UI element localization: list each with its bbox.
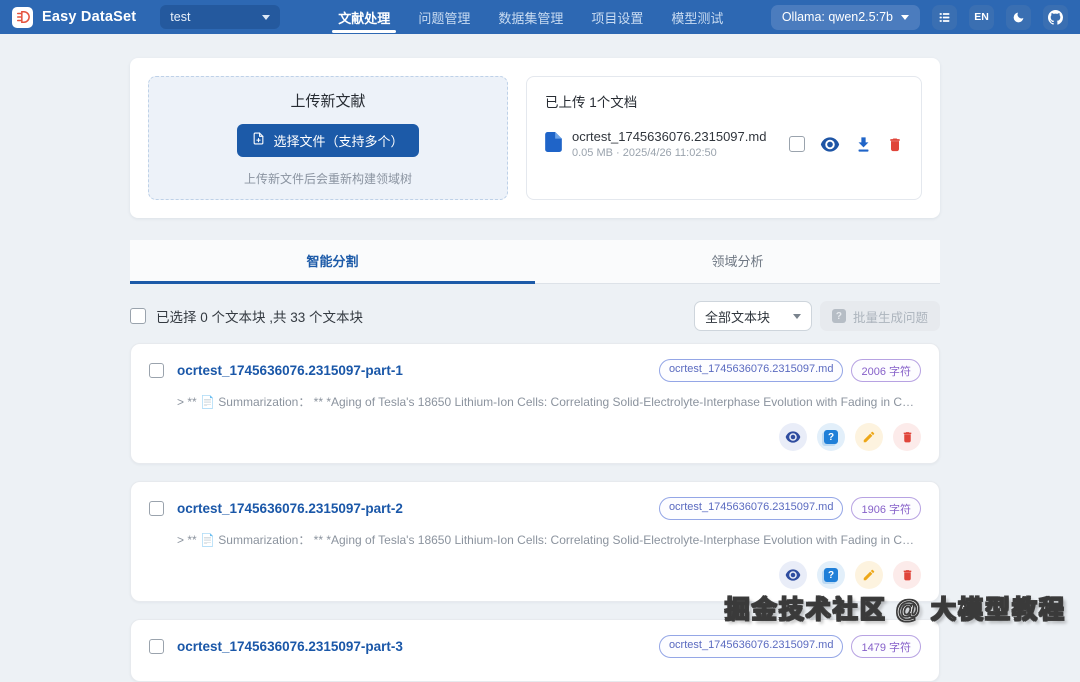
chunk-title[interactable]: ocrtest_1745636076.2315097-part-3 (177, 639, 403, 654)
view-chunk-icon[interactable] (779, 561, 807, 589)
batch-generate-questions-button[interactable]: 批量生成问题 (819, 301, 940, 331)
generate-questions-icon[interactable] (817, 561, 845, 589)
delete-chunk-icon[interactable] (893, 423, 921, 451)
edit-chunk-icon[interactable] (855, 423, 883, 451)
language-label: EN (974, 11, 989, 23)
nav-tab-document-processing[interactable]: 文献处理 (324, 0, 404, 34)
file-name: ocrtest_1745636076.2315097.md (572, 129, 767, 144)
generate-questions-icon (831, 309, 846, 323)
selection-summary: 已选择 0 个文本块 ,共 33 个文本块 (156, 310, 364, 325)
file-meta: 0.05 MB · 2025/4/26 11:02:50 (572, 147, 717, 159)
nav-tab-model-testing[interactable]: 模型测试 (657, 0, 737, 34)
delete-file-icon[interactable] (887, 136, 903, 153)
task-list-icon[interactable] (932, 4, 957, 30)
chunk-chips: ocrtest_1745636076.2315097.md 2006 字符 (658, 359, 921, 382)
nav-tab-project-settings[interactable]: 项目设置 (577, 0, 657, 34)
char-count-chip: 1906 字符 (851, 497, 921, 520)
source-file-chip: ocrtest_1745636076.2315097.md (658, 635, 844, 658)
main-content: 上传新文献 选择文件（支持多个） 上传新文件后会重新构建领域树 已上传 1个文档 (130, 58, 940, 682)
chunk-checkbox[interactable] (149, 639, 164, 654)
chunk-card: ocrtest_1745636076.2315097-part-1 ocrtes… (130, 343, 940, 464)
upload-dropzone[interactable]: 上传新文献 选择文件（支持多个） 上传新文件后会重新构建领域树 (148, 76, 508, 200)
chunk-card: ocrtest_1745636076.2315097-part-2 ocrtes… (130, 481, 940, 602)
app-title: Easy DataSet (42, 9, 137, 25)
model-select-value: Ollama: qwen2.5:7b (781, 10, 893, 24)
selection-toolbar: 已选择 0 个文本块 ,共 33 个文本块 全部文本块 批量生成问题 (130, 301, 940, 331)
edit-chunk-icon[interactable] (855, 561, 883, 589)
chunk-header: ocrtest_1745636076.2315097-part-2 ocrtes… (149, 497, 921, 520)
tab-smart-split[interactable]: 智能分割 (130, 240, 535, 284)
chevron-down-icon (262, 14, 271, 20)
chunk-actions (149, 561, 921, 589)
chunk-chips: ocrtest_1745636076.2315097.md 1906 字符 (658, 497, 921, 520)
upload-card: 上传新文献 选择文件（支持多个） 上传新文件后会重新构建领域树 已上传 1个文档 (130, 58, 940, 218)
file-actions (789, 136, 903, 153)
dark-mode-icon[interactable] (1006, 4, 1031, 30)
chunk-filter-value: 全部文本块 (704, 309, 770, 325)
app-logo-icon (12, 6, 33, 28)
source-file-chip: ocrtest_1745636076.2315097.md (658, 359, 844, 382)
nav-tab-dataset-management[interactable]: 数据集管理 (484, 0, 577, 34)
download-file-icon[interactable] (855, 136, 872, 153)
choose-files-button[interactable]: 选择文件（支持多个） (237, 123, 419, 157)
uploaded-files-panel: 已上传 1个文档 ocrtest_1745636076.2315097.md 0… (526, 76, 922, 200)
app-header: Easy DataSet test 文献处理 问题管理 数据集管理 项目设置 模… (0, 0, 1080, 34)
generate-questions-icon[interactable] (817, 423, 845, 451)
view-file-icon[interactable] (820, 136, 840, 152)
chunk-header: ocrtest_1745636076.2315097-part-1 ocrtes… (149, 359, 921, 382)
upload-title: 上传新文献 (290, 92, 366, 110)
chunk-snippet: > ** 📄 Summarization： ** *Aging of Tesla… (177, 395, 919, 409)
uploaded-count-title: 已上传 1个文档 (545, 95, 638, 110)
tab-domain-analysis[interactable]: 领域分析 (535, 240, 940, 283)
project-select[interactable]: test (160, 5, 281, 29)
file-text: ocrtest_1745636076.2315097.md 0.05 MB · … (572, 129, 766, 159)
project-select-value: test (170, 10, 191, 24)
chevron-down-icon (792, 313, 801, 319)
batch-generate-label: 批量生成问题 (852, 310, 928, 325)
char-count-chip: 2006 字符 (851, 359, 921, 382)
file-plus-icon (252, 132, 265, 148)
chunk-filter-select[interactable]: 全部文本块 (693, 301, 812, 331)
chunk-title[interactable]: ocrtest_1745636076.2315097-part-2 (177, 501, 403, 516)
chunk-header: ocrtest_1745636076.2315097-part-3 ocrtes… (149, 635, 921, 658)
chevron-down-icon (901, 14, 909, 20)
nav-tab-question-management[interactable]: 问题管理 (404, 0, 484, 34)
char-count-chip: 1479 字符 (851, 635, 921, 658)
watermark-text: 掘金技术社区 @ 大模型教程 (724, 595, 1066, 624)
document-icon (545, 131, 562, 157)
toolbar-actions: 全部文本块 批量生成问题 (693, 301, 940, 331)
chunk-title[interactable]: ocrtest_1745636076.2315097-part-1 (177, 363, 403, 378)
model-select[interactable]: Ollama: qwen2.5:7b (770, 4, 920, 30)
chunk-snippet: > ** 📄 Summarization： ** *Aging of Tesla… (177, 533, 919, 547)
delete-chunk-icon[interactable] (893, 561, 921, 589)
chunk-card: ocrtest_1745636076.2315097-part-3 ocrtes… (130, 619, 940, 682)
main-nav: 文献处理 问题管理 数据集管理 项目设置 模型测试 (324, 0, 737, 34)
upload-hint: 上传新文件后会重新构建领域树 (243, 171, 412, 186)
header-actions: Ollama: qwen2.5:7b EN (770, 4, 1068, 30)
select-all-checkbox[interactable] (130, 308, 146, 324)
uploaded-file-row: ocrtest_1745636076.2315097.md 0.05 MB · … (545, 129, 903, 159)
language-toggle-button[interactable]: EN (969, 4, 994, 30)
chunk-chips: ocrtest_1745636076.2315097.md 1479 字符 (658, 635, 921, 658)
choose-files-label: 选择文件（支持多个） (273, 133, 404, 149)
github-icon[interactable] (1043, 4, 1068, 30)
chunk-checkbox[interactable] (149, 501, 164, 516)
view-chunk-icon[interactable] (779, 423, 807, 451)
section-tabs: 智能分割 领域分析 (130, 240, 940, 284)
source-file-chip: ocrtest_1745636076.2315097.md (658, 497, 844, 520)
chunk-checkbox[interactable] (149, 363, 164, 378)
file-checkbox[interactable] (789, 136, 805, 152)
chunk-actions (149, 423, 921, 451)
